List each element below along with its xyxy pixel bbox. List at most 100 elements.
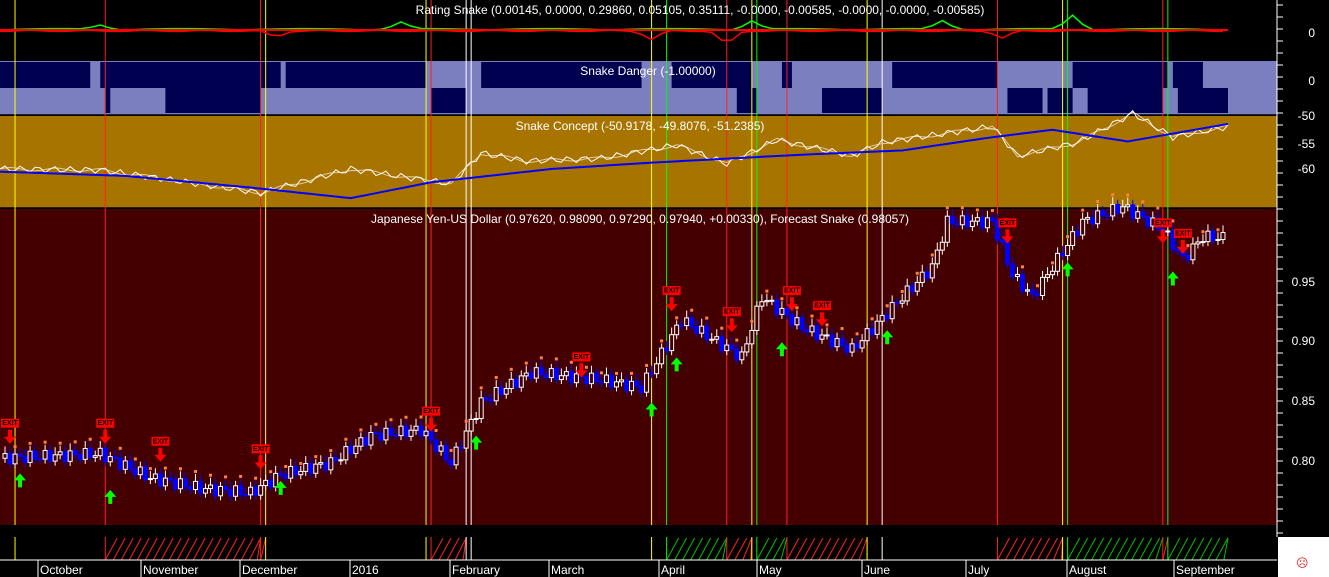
candle-body xyxy=(699,325,705,334)
candle-body xyxy=(197,480,203,494)
candle-body xyxy=(744,343,750,353)
forecast-dot xyxy=(810,314,814,318)
candle-body xyxy=(213,484,219,497)
danger-block-lower xyxy=(1047,88,1073,113)
candle-body xyxy=(248,486,254,496)
forecast-dot xyxy=(660,339,664,343)
candle-body xyxy=(1130,204,1136,219)
candle-body xyxy=(353,445,359,454)
candle-body xyxy=(874,320,880,335)
candle-body xyxy=(1070,231,1076,246)
candle-body xyxy=(909,285,915,292)
candle-body xyxy=(1045,274,1051,278)
rating-snake-title: Rating Snake (0.00145, 0.0000, 0.29860, … xyxy=(415,3,985,17)
candle-body xyxy=(358,437,364,447)
sad-face-icon[interactable]: ☹ xyxy=(1296,556,1309,570)
exit-label-text: EXIT xyxy=(1175,230,1191,237)
gap-strip xyxy=(0,525,1277,537)
candle-body xyxy=(7,453,13,465)
month-label: December xyxy=(242,563,298,577)
forecast-dot xyxy=(690,308,694,312)
candle-body xyxy=(1125,204,1131,208)
forecast-dot xyxy=(975,208,979,212)
forecast-dot xyxy=(630,371,634,375)
forecast-dot xyxy=(1051,261,1055,265)
candle-body xyxy=(1105,214,1111,217)
candle-body xyxy=(659,347,665,365)
forecast-dot xyxy=(1036,284,1040,288)
candle-body xyxy=(1085,216,1091,220)
candle-body xyxy=(468,418,474,432)
candle-body xyxy=(182,478,188,488)
candle-body xyxy=(117,457,123,470)
concept-axis-label: -55 xyxy=(1297,137,1315,151)
forecast-dot xyxy=(945,206,949,210)
candle-body xyxy=(679,324,685,327)
candle-body xyxy=(438,445,444,452)
chart-canvas[interactable]: EXIT EXIT EXIT EXIT EXIT EXIT EXIT EXIT EXIT EXIT… xyxy=(0,0,1329,577)
candle-body xyxy=(1165,230,1171,233)
candle-body xyxy=(654,363,660,375)
candle-body xyxy=(323,462,329,471)
candle-body xyxy=(333,457,339,461)
exit-label-text: EXIT xyxy=(97,420,113,427)
candle-body xyxy=(533,367,539,379)
candle-body xyxy=(373,432,379,435)
forecast-dot xyxy=(178,467,182,471)
candle-body xyxy=(849,343,855,353)
forecast-dot xyxy=(599,371,603,375)
danger-block-lower xyxy=(736,88,757,113)
candle-body xyxy=(478,397,484,420)
candle-body xyxy=(2,453,8,459)
candle-body xyxy=(27,450,33,463)
danger-block-upper xyxy=(1172,62,1203,88)
forecast-dot xyxy=(930,253,934,257)
candle-body xyxy=(588,372,594,385)
candle-body xyxy=(1050,270,1056,276)
candle-body xyxy=(919,271,925,283)
month-label: March xyxy=(551,563,585,577)
forecast-dot xyxy=(404,415,408,419)
candle-body xyxy=(498,386,504,395)
candle-body xyxy=(954,223,960,226)
candle-body xyxy=(804,329,810,333)
candle-body xyxy=(724,344,730,352)
candle-body xyxy=(107,456,113,463)
candle-body xyxy=(864,328,870,342)
candle-body xyxy=(87,448,93,458)
candle-body xyxy=(528,372,534,379)
candle-body xyxy=(1190,243,1196,261)
candle-body xyxy=(298,470,304,476)
candle-body xyxy=(192,480,198,491)
forecast-dot xyxy=(13,445,17,449)
forecast-dot xyxy=(990,209,994,213)
danger-block-upper xyxy=(0,62,91,88)
candle-body xyxy=(904,285,910,302)
candle-body xyxy=(1055,252,1061,272)
candle-body xyxy=(137,466,143,476)
candle-body xyxy=(1120,206,1126,214)
candle-body xyxy=(1060,252,1066,257)
forecast-dot xyxy=(705,316,709,320)
candle-body xyxy=(418,425,424,437)
forecast-dot xyxy=(389,418,393,422)
candle-body xyxy=(383,427,389,441)
candle-body xyxy=(268,479,274,488)
forecast-dot xyxy=(1156,206,1160,210)
forecast-dot xyxy=(825,323,829,327)
forecast-dot xyxy=(133,457,137,461)
month-label: July xyxy=(968,563,990,577)
danger-block-lower xyxy=(105,88,111,113)
candle-body xyxy=(1075,231,1081,236)
candle-body xyxy=(1035,293,1041,296)
forecast-dot xyxy=(615,371,619,375)
candle-body xyxy=(598,381,604,384)
forecast-dot xyxy=(284,464,288,468)
candle-body xyxy=(72,450,78,456)
candle-body xyxy=(593,372,599,383)
candle-body xyxy=(814,325,820,340)
concept-axis-label: -60 xyxy=(1297,162,1315,176)
forecast-dot xyxy=(1201,230,1205,234)
candle-body xyxy=(328,457,334,471)
candle-body xyxy=(754,305,760,331)
